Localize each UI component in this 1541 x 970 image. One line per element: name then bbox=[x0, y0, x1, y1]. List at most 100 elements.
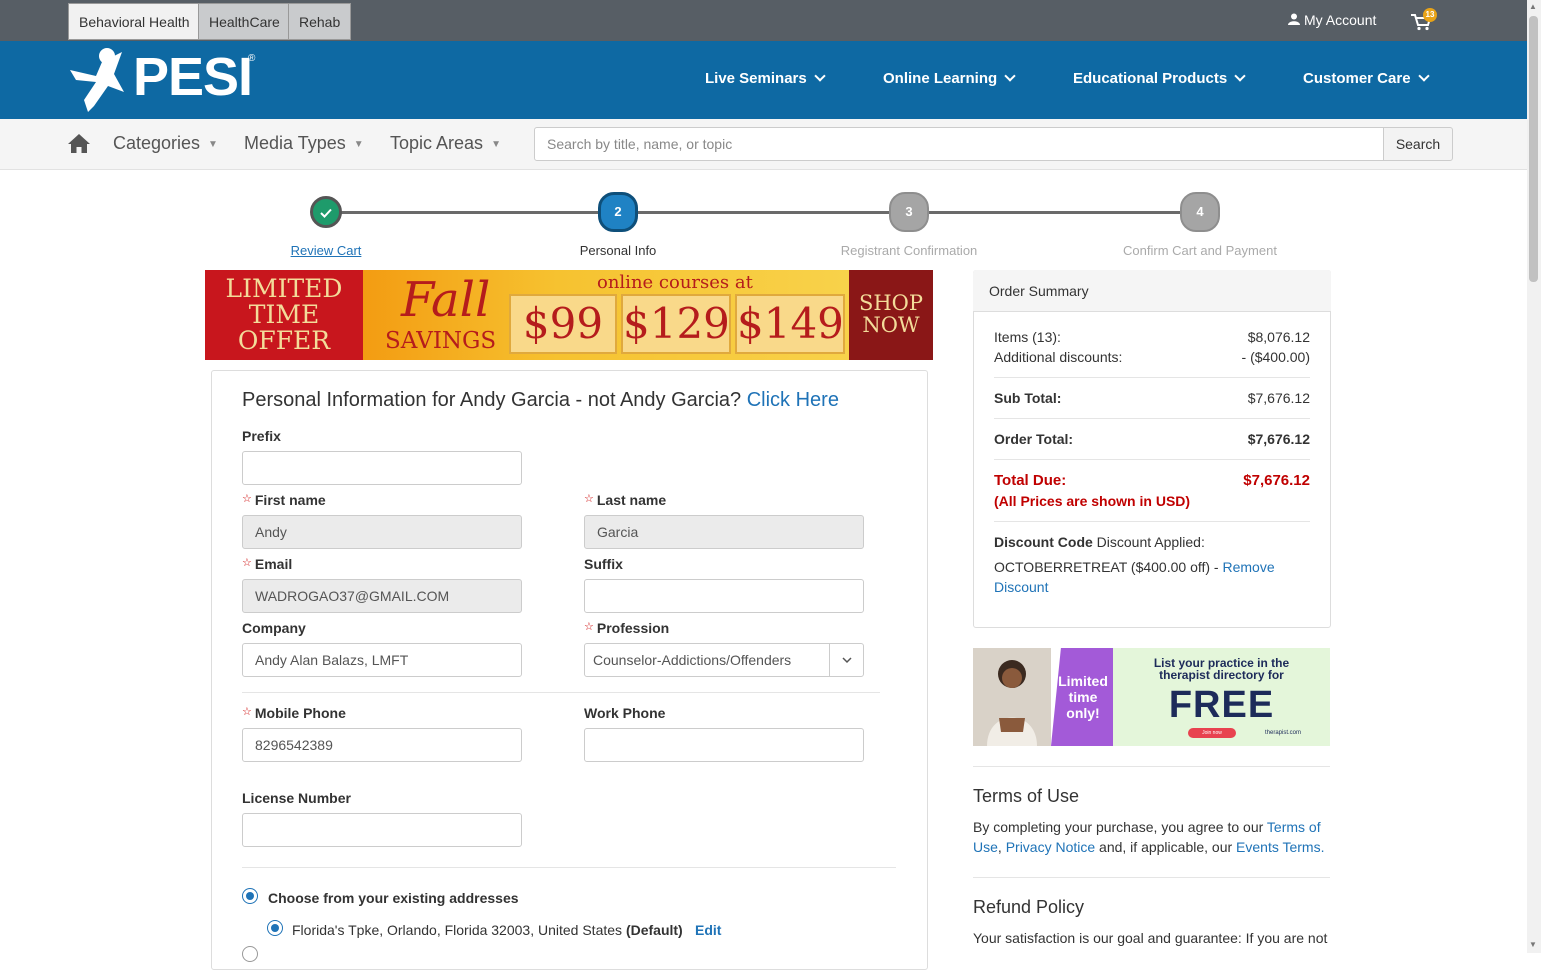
email-label: ☆ Email bbox=[242, 556, 293, 572]
profession-label: ☆ Profession bbox=[584, 620, 670, 636]
step-2-label: Personal Info bbox=[579, 243, 657, 258]
price-129: $129 bbox=[621, 294, 731, 354]
address-text: Florida's Tpke, Orlando, Florida 32003, … bbox=[292, 922, 683, 938]
step-1-label-link[interactable]: Review Cart bbox=[216, 243, 436, 258]
logo-wordmark: PESI bbox=[133, 47, 253, 107]
progress-line bbox=[326, 211, 1201, 214]
order-summary-title: Order Summary bbox=[989, 283, 1089, 299]
woman-photo bbox=[973, 648, 1051, 746]
therapist-brand: therapist.com bbox=[1265, 730, 1302, 736]
items-value: $8,076.12 bbox=[1247, 329, 1310, 345]
first-name-input[interactable] bbox=[242, 515, 522, 549]
events-terms-link[interactable]: Events Terms bbox=[1236, 839, 1321, 855]
caret-down-icon: ▼ bbox=[353, 139, 364, 150]
form-title: Personal Information for Andy Garcia - n… bbox=[242, 389, 839, 411]
free-text: FREE bbox=[1168, 684, 1275, 726]
subtotal-value: $7,676.12 bbox=[1247, 390, 1310, 406]
remove-discount-link-2[interactable]: Discount bbox=[994, 579, 1048, 595]
nav-online-learning[interactable]: Online Learning bbox=[883, 70, 1016, 87]
therapist-directory-banner[interactable]: Limited time only! List your practice in t… bbox=[973, 648, 1330, 746]
work-phone-label: Work Phone bbox=[584, 705, 666, 721]
prefix-input[interactable] bbox=[242, 451, 522, 485]
license-number-input[interactable] bbox=[242, 813, 522, 847]
registered-mark: ® bbox=[248, 53, 256, 64]
step-3: 3 bbox=[889, 192, 929, 232]
user-icon bbox=[1288, 13, 1300, 25]
scroll-up-arrow-icon[interactable]: ▲ bbox=[1529, 2, 1537, 11]
my-account-label: My Account bbox=[1304, 12, 1377, 28]
chevron-down-icon bbox=[814, 70, 826, 82]
check-icon bbox=[320, 208, 332, 218]
required-star-icon: ☆ bbox=[242, 557, 252, 569]
required-star-icon: ☆ bbox=[584, 621, 594, 633]
company-input[interactable] bbox=[242, 643, 522, 677]
existing-addresses-radio[interactable] bbox=[242, 888, 258, 904]
prefix-label: Prefix bbox=[242, 428, 281, 444]
scrollbar-thumb[interactable] bbox=[1529, 16, 1538, 282]
shop-now-text: SHOP NOW bbox=[858, 291, 924, 337]
work-phone-input[interactable] bbox=[584, 728, 864, 762]
suffix-input[interactable] bbox=[584, 579, 864, 613]
edit-address-link[interactable]: Edit bbox=[695, 922, 721, 938]
divider bbox=[994, 521, 1310, 522]
suffix-label: Suffix bbox=[584, 556, 623, 572]
home-icon[interactable] bbox=[67, 133, 91, 154]
divider bbox=[973, 877, 1330, 878]
refund-heading: Refund Policy bbox=[973, 897, 1085, 917]
company-label: Company bbox=[242, 620, 306, 636]
first-name-label: ☆ First name bbox=[242, 492, 326, 508]
fall-savings-banner[interactable]: LIMITED TIME OFFER Fall SAVINGS online cou… bbox=[205, 270, 933, 360]
media-types-dropdown[interactable]: Media Types ▼ bbox=[244, 133, 364, 154]
email-input[interactable] bbox=[242, 579, 522, 613]
step-4: 4 bbox=[1180, 192, 1220, 232]
discount-code-value: OCTOBERRETREAT ($400.00 off) - Remove bbox=[994, 559, 1275, 575]
categories-dropdown[interactable]: Categories ▼ bbox=[113, 133, 218, 154]
total-due-value: $7,676.12 bbox=[1243, 472, 1310, 489]
remove-discount-link[interactable]: Remove bbox=[1223, 559, 1275, 575]
required-star-icon: ☆ bbox=[242, 706, 252, 718]
nav-educational-products[interactable]: Educational Products bbox=[1073, 70, 1246, 87]
select-toggle[interactable] bbox=[829, 644, 863, 676]
divider bbox=[994, 418, 1310, 419]
limited-time-only-text: Limited time only! bbox=[1058, 673, 1108, 721]
required-star-icon: ☆ bbox=[584, 493, 594, 505]
tab-behavioral-health[interactable]: Behavioral Health bbox=[68, 3, 201, 40]
chevron-down-icon bbox=[1004, 70, 1016, 82]
address-radio-default[interactable] bbox=[267, 920, 283, 936]
terms-text: By completing your purchase, you agree t… bbox=[973, 819, 1325, 855]
terms-of-use-link[interactable]: Terms of bbox=[1267, 819, 1321, 835]
divider bbox=[242, 867, 896, 868]
new-address-radio[interactable] bbox=[242, 946, 258, 962]
caret-down-icon: ▼ bbox=[491, 139, 501, 150]
terms-of-use-link-2[interactable]: Use bbox=[973, 839, 998, 855]
tab-rehab[interactable]: Rehab bbox=[288, 3, 352, 40]
fall-text: Fall bbox=[401, 272, 491, 328]
my-account-link[interactable]: My Account bbox=[1288, 12, 1376, 28]
step-4-label: Confirm Cart and Payment bbox=[1123, 243, 1277, 258]
terms-heading: Terms of Use bbox=[973, 786, 1080, 806]
mobile-phone-input[interactable] bbox=[242, 728, 522, 762]
total-due-label: Total Due: bbox=[994, 472, 1067, 489]
woman-photo-illustration bbox=[987, 660, 1037, 746]
search-input[interactable] bbox=[534, 127, 1384, 161]
discounts-value: - ($400.00) bbox=[1241, 349, 1310, 365]
topic-areas-dropdown[interactable]: Topic Areas ▼ bbox=[390, 133, 501, 154]
click-here-link[interactable]: Click Here bbox=[747, 389, 839, 411]
step-2-current: 2 bbox=[598, 192, 638, 232]
join-now-button[interactable]: Join now bbox=[1188, 728, 1236, 738]
mobile-phone-label: ☆ Mobile Phone bbox=[242, 705, 346, 721]
last-name-input[interactable] bbox=[584, 515, 864, 549]
divider bbox=[994, 377, 1310, 378]
nav-customer-care[interactable]: Customer Care bbox=[1303, 70, 1430, 87]
profession-select[interactable]: Counselor-Addictions/Offenders bbox=[584, 643, 864, 677]
order-total-label: Order Total: bbox=[994, 431, 1074, 447]
divider bbox=[242, 692, 880, 693]
step-1-done[interactable] bbox=[310, 196, 342, 228]
privacy-notice-link[interactable]: Privacy Notice bbox=[1006, 839, 1095, 855]
list-practice-text: List your practice in the therapist direc… bbox=[1153, 656, 1290, 682]
chevron-down-icon bbox=[842, 657, 852, 664]
nav-live-seminars[interactable]: Live Seminars bbox=[705, 70, 826, 87]
tab-healthcare[interactable]: HealthCare bbox=[198, 3, 291, 40]
scroll-down-arrow-icon[interactable]: ▼ bbox=[1529, 940, 1537, 949]
search-button[interactable]: Search bbox=[1383, 127, 1453, 161]
